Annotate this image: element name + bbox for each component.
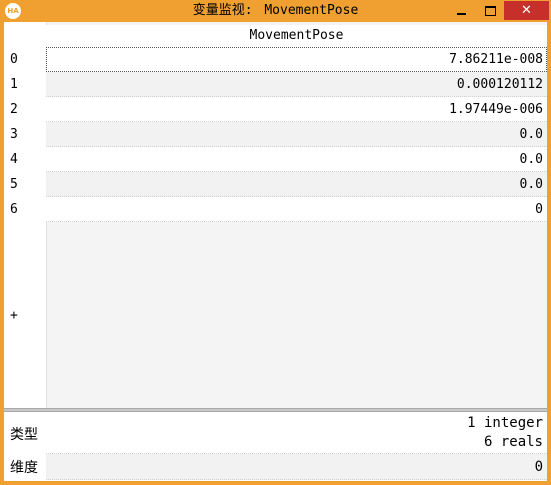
row-index-2[interactable]: 2 [10, 97, 40, 122]
table-cell-1[interactable]: 0.000120112 [46, 72, 547, 97]
table-cell-3[interactable]: 0.0 [46, 122, 547, 147]
row-index-6[interactable]: 6 [10, 197, 40, 222]
dimension-value: 0 [46, 454, 547, 480]
dimension-label: 维度 [10, 460, 38, 476]
close-icon: ✕ [521, 3, 532, 18]
type-value-integer: 1 integer [467, 415, 543, 431]
minimize-icon [456, 12, 466, 15]
window-title-variable: MovementPose [264, 3, 359, 18]
add-row-button[interactable]: + [10, 306, 30, 326]
type-value-reals: 6 reals [483, 434, 543, 450]
close-button[interactable]: ✕ [504, 1, 549, 20]
table-cell-2[interactable]: 1.97449e-006 [46, 97, 547, 122]
table-cell-0[interactable]: 7.86211e-008 [46, 47, 547, 72]
row-index-5[interactable]: 5 [10, 172, 40, 197]
row-index-0[interactable]: 0 [10, 47, 40, 72]
table-cell-5[interactable]: 0.0 [46, 172, 547, 197]
type-property-row: 类型 1 integer 6 reals [4, 412, 547, 454]
dimension-property-row: 维度 0 [4, 454, 547, 480]
row-index-1[interactable]: 1 [10, 72, 40, 97]
title-bar[interactable]: HA 变量监视: MovementPose ✕ [0, 0, 551, 22]
type-label: 类型 [10, 427, 38, 443]
watch-panel: MovementPose 0 7.86211e-008 1 0.00012011… [4, 22, 547, 481]
type-value: 1 integer 6 reals [46, 412, 547, 454]
variable-watch-window: HA 变量监视: MovementPose ✕ MovementPose 0 7… [0, 0, 551, 485]
window-title-prefix: 变量监视: [192, 3, 253, 18]
row-index-4[interactable]: 4 [10, 147, 40, 172]
maximize-button[interactable] [477, 1, 503, 20]
column-header[interactable]: MovementPose [46, 25, 547, 47]
row-index-3[interactable]: 3 [10, 122, 40, 147]
table-cell-4[interactable]: 0.0 [46, 147, 547, 172]
minimize-button[interactable] [448, 1, 474, 20]
maximize-icon [484, 5, 496, 16]
table-cell-6[interactable]: 0 [46, 197, 547, 222]
